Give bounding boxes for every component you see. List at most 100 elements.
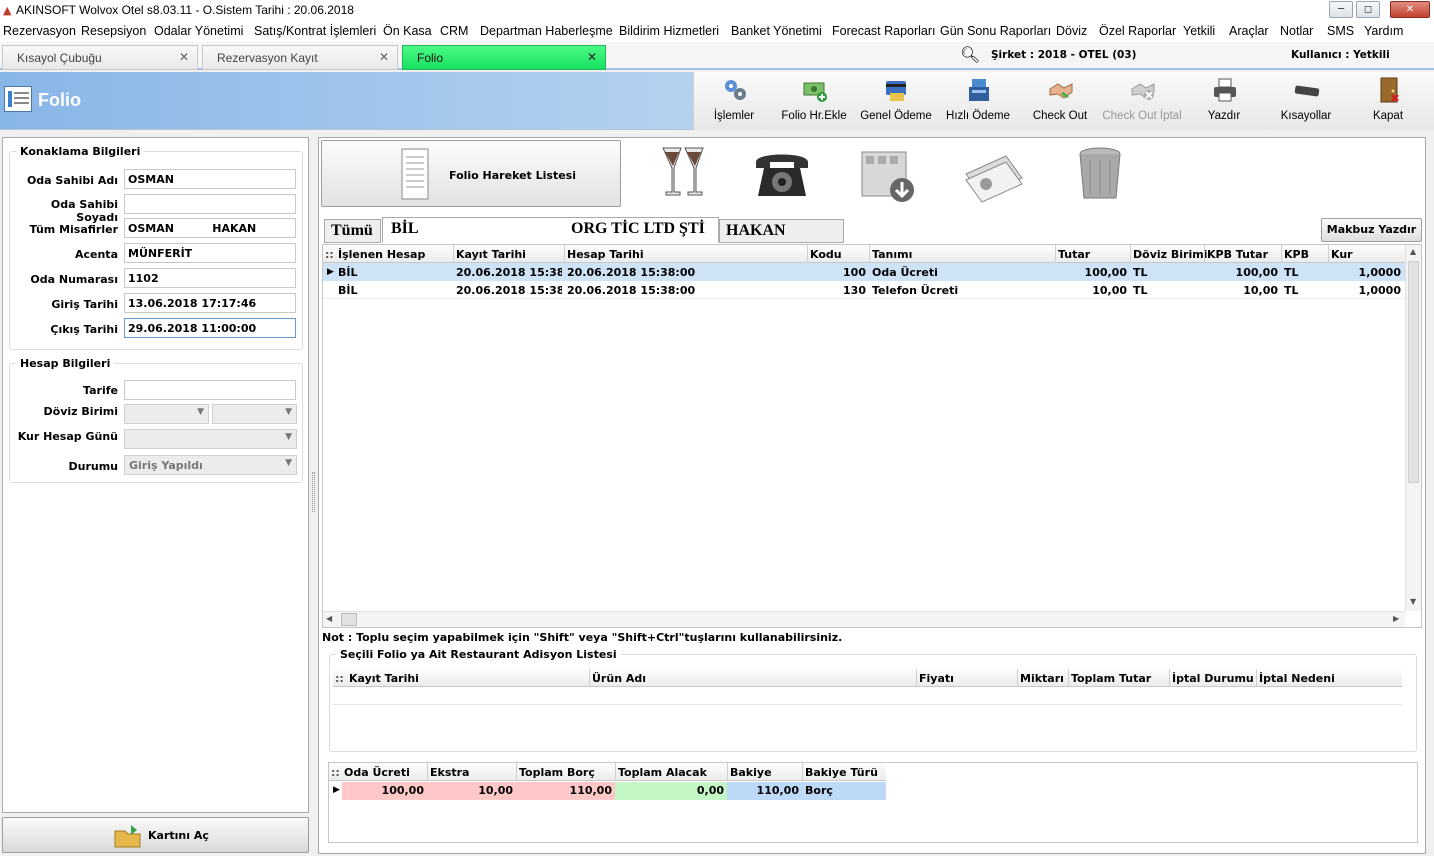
acenta-field[interactable]: MÜNFERİT: [124, 243, 296, 263]
table-row[interactable]: BİL 20.06.2018 15:38:0 20.06.2018 15:38:…: [323, 281, 1405, 299]
column-oda-ucreti[interactable]: Oda Ücreti: [344, 766, 410, 779]
folio-tab-tumu[interactable]: Tümü: [324, 219, 381, 243]
column-bakiye-turu[interactable]: Bakiye Türü: [805, 766, 878, 779]
column-iptal-durumu[interactable]: İptal Durumu: [1172, 672, 1254, 685]
search-icon[interactable]: 🔍︎: [960, 45, 980, 64]
column-kodu[interactable]: Kodu: [810, 248, 842, 261]
hizli-odeme-button[interactable]: Hızlı Ödeme: [938, 72, 1018, 130]
tab-close-icon[interactable]: ✕: [179, 50, 189, 64]
column-hesap-tarihi[interactable]: Hesap Tarihi: [567, 248, 644, 261]
durumu-select[interactable]: Giriş Yapıldı ▼: [124, 455, 297, 475]
scroll-right-icon[interactable]: ▶: [1393, 614, 1399, 623]
makbuz-yazdir-button[interactable]: Makbuz Yazdır: [1321, 218, 1422, 242]
menu-crm[interactable]: CRM: [440, 24, 468, 38]
menu-doviz[interactable]: Döviz: [1056, 24, 1087, 38]
tab-close-icon[interactable]: ✕: [587, 50, 597, 64]
oda-numarasi-field[interactable]: 1102: [124, 268, 296, 288]
column-menu-icon[interactable]: ::: [335, 672, 344, 685]
maximize-button[interactable]: ◻: [1356, 1, 1380, 18]
scroll-down-icon[interactable]: ▼: [1410, 597, 1416, 606]
column-iptal-nedeni[interactable]: İptal Nedeni: [1259, 672, 1335, 685]
vertical-scrollbar[interactable]: ▲ ▼: [1405, 245, 1421, 611]
menu-sms[interactable]: SMS: [1327, 24, 1354, 38]
menu-bildirim[interactable]: Bildirim Hizmetleri: [619, 24, 719, 38]
tum-misafirler-field[interactable]: OSMAN HAKAN: [124, 218, 296, 238]
menu-departman[interactable]: Departman Haberleşme: [480, 24, 613, 38]
check-out-iptal-button[interactable]: Check Out İptal: [1102, 72, 1182, 130]
menu-satis-kontrat[interactable]: Satış/Kontrat İşlemleri: [254, 24, 376, 38]
handshake-icon: [1049, 83, 1073, 99]
menu-on-kasa[interactable]: Ön Kasa: [383, 24, 432, 38]
menu-odalar-yonetimi[interactable]: Odalar Yönetimi: [154, 24, 243, 38]
column-toplam-alacak[interactable]: Toplam Alacak: [618, 766, 707, 779]
column-menu-icon[interactable]: ::: [325, 248, 334, 261]
folio-tab-bil[interactable]: BİL ORG TİC LTD ŞTİ: [382, 217, 719, 243]
menu-gun-sonu[interactable]: Gün Sonu Raporları: [940, 24, 1051, 38]
horizontal-scrollbar[interactable]: ◀ ▶: [323, 611, 1405, 627]
folio-hr-ekle-button[interactable]: Folio Hr.Ekle: [774, 72, 854, 130]
column-ekstra[interactable]: Ekstra: [430, 766, 469, 779]
close-window-button[interactable]: ✕: [1390, 1, 1430, 18]
column-islenen-hesap[interactable]: İşlenen Hesap: [338, 248, 425, 261]
tab-folio[interactable]: Folio ✕: [402, 45, 606, 70]
menu-resepsiyon[interactable]: Resepsiyon: [81, 24, 146, 38]
column-kpb-tutar[interactable]: KPB Tutar: [1207, 248, 1268, 261]
column-tutar[interactable]: Tutar: [1058, 248, 1090, 261]
column-menu-icon[interactable]: ::: [331, 766, 340, 779]
column-kpb[interactable]: KPB: [1284, 248, 1309, 261]
menu-ozel-raporlar[interactable]: Özel Raporlar: [1099, 24, 1176, 38]
menu-araclar[interactable]: Araçlar: [1229, 24, 1269, 38]
column-fiyati[interactable]: Fiyatı: [919, 672, 954, 685]
tarife-field[interactable]: [124, 380, 296, 400]
column-toplam-tutar[interactable]: Toplam Tutar: [1071, 672, 1151, 685]
scroll-left-icon[interactable]: ◀: [326, 614, 332, 623]
table-row[interactable]: [333, 687, 1402, 705]
column-kayit-tarihi[interactable]: Kayıt Tarihi: [456, 248, 526, 261]
table-row[interactable]: ▶ BİL 20.06.2018 15:38:0 20.06.2018 15:3…: [323, 263, 1405, 281]
giris-tarihi-field[interactable]: 13.06.2018 17:17:46: [124, 293, 296, 313]
folio-hareket-listesi-button[interactable]: Folio Hareket Listesi: [321, 140, 621, 207]
menu-notlar[interactable]: Notlar: [1280, 24, 1313, 38]
column-tanimi[interactable]: Tanımı: [872, 248, 912, 261]
genel-odeme-button[interactable]: Genel Ödeme: [856, 72, 936, 130]
menu-yardim[interactable]: Yardım: [1364, 24, 1403, 38]
menu-rezervasyon[interactable]: Rezervasyon: [3, 24, 76, 38]
hscroll-thumb[interactable]: [341, 613, 357, 626]
islemler-button[interactable]: İşlemler: [694, 72, 774, 130]
kapat-button[interactable]: Kapat: [1348, 72, 1428, 130]
column-doviz-birimi[interactable]: Döviz Birimi: [1133, 248, 1207, 261]
cikis-tarihi-field[interactable]: 29.06.2018 11:00:00: [124, 318, 296, 338]
menu-forecast[interactable]: Forecast Raporları: [832, 24, 936, 38]
column-miktari[interactable]: Miktarı: [1020, 672, 1064, 685]
minimize-button[interactable]: ─: [1329, 1, 1353, 18]
download-grid-icon[interactable]: [858, 144, 922, 204]
column-kayit-tarihi[interactable]: Kayıt Tarihi: [349, 672, 419, 685]
folio-tab-hakan[interactable]: HAKAN: [719, 219, 844, 243]
scroll-thumb[interactable]: [1408, 261, 1419, 483]
column-toplam-borc[interactable]: Toplam Borç: [519, 766, 595, 779]
tab-close-icon[interactable]: ✕: [379, 50, 389, 64]
documents-icon[interactable]: [962, 144, 1026, 204]
doviz-birimi-2-select[interactable]: ▼: [212, 404, 297, 424]
telephone-icon[interactable]: [750, 144, 814, 204]
kur-hesap-gunu-select[interactable]: ▼: [124, 429, 297, 449]
tab-rezervasyon-kayit[interactable]: Rezervasyon Kayıt ✕: [202, 45, 398, 70]
doviz-birimi-select[interactable]: ▼: [124, 404, 209, 424]
glasses-icon[interactable]: [655, 144, 719, 204]
trash-icon[interactable]: [1068, 144, 1132, 204]
kartini-ac-button[interactable]: Kartını Aç: [2, 817, 309, 853]
column-urun-adi[interactable]: Ürün Adı: [592, 672, 646, 685]
column-kur[interactable]: Kur: [1331, 248, 1353, 261]
column-bakiye[interactable]: Bakiye: [730, 766, 772, 779]
row-indicator-icon: ▶: [327, 267, 334, 277]
menu-banket[interactable]: Banket Yönetimi: [731, 24, 822, 38]
splitter-handle[interactable]: [312, 472, 315, 512]
check-out-button[interactable]: Check Out: [1020, 72, 1100, 130]
kisayollar-button[interactable]: Kısayollar: [1266, 72, 1346, 130]
scroll-up-icon[interactable]: ▲: [1410, 247, 1416, 256]
tab-kisayol-cubugu[interactable]: Kısayol Çubuğu ✕: [2, 45, 198, 70]
menu-yetkili[interactable]: Yetkili: [1183, 24, 1215, 38]
oda-sahibi-adi-field[interactable]: OSMAN: [124, 169, 296, 189]
yazdir-button[interactable]: Yazdır: [1184, 72, 1264, 130]
oda-sahibi-soyadi-field[interactable]: [124, 194, 296, 214]
